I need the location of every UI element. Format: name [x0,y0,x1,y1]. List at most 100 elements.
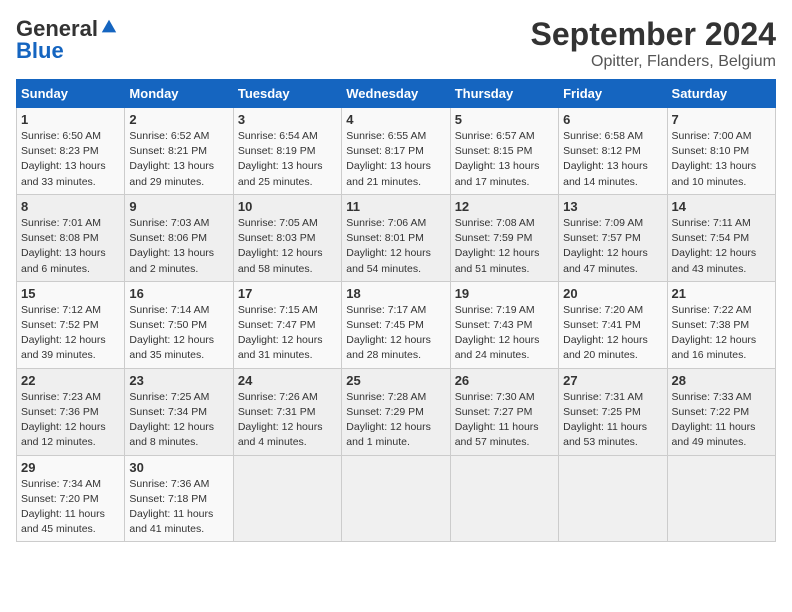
day-info: Sunrise: 7:26 AMSunset: 7:31 PMDaylight:… [238,390,337,451]
calendar-day-cell: 25 Sunrise: 7:28 AMSunset: 7:29 PMDayligh… [342,368,450,455]
day-info: Sunrise: 7:36 AMSunset: 7:18 PMDaylight:… [129,477,228,538]
title-block: September 2024 Opitter, Flanders, Belgiu… [531,16,776,71]
day-info: Sunrise: 7:09 AMSunset: 7:57 PMDaylight:… [563,216,662,277]
day-number: 16 [129,286,228,301]
empty-cell [342,455,450,542]
day-info: Sunrise: 7:12 AMSunset: 7:52 PMDaylight:… [21,303,120,364]
day-number: 3 [238,112,337,127]
calendar-day-cell: 7 Sunrise: 7:00 AMSunset: 8:10 PMDaylight… [667,108,775,195]
day-number: 24 [238,373,337,388]
calendar-subtitle: Opitter, Flanders, Belgium [531,53,776,71]
day-number: 30 [129,460,228,475]
calendar-week-row: 8 Sunrise: 7:01 AMSunset: 8:08 PMDaylight… [17,194,776,281]
calendar-day-cell: 26Sunrise: 7:30 AMSunset: 7:27 PMDayligh… [450,368,558,455]
day-number: 13 [563,199,662,214]
day-number: 5 [455,112,554,127]
empty-cell [559,455,667,542]
calendar-day-cell: 4Sunrise: 6:55 AMSunset: 8:17 PMDaylight… [342,108,450,195]
day-number: 29 [21,460,120,475]
empty-cell [233,455,341,542]
calendar-day-cell: 15 Sunrise: 7:12 AMSunset: 7:52 PMDayligh… [17,281,125,368]
calendar-day-cell: 11Sunrise: 7:06 AMSunset: 8:01 PMDayligh… [342,194,450,281]
calendar-week-row: 15 Sunrise: 7:12 AMSunset: 7:52 PMDayligh… [17,281,776,368]
calendar-day-cell: 17 Sunrise: 7:15 AMSunset: 7:47 PMDayligh… [233,281,341,368]
day-number: 23 [129,373,228,388]
day-info: Sunrise: 7:25 AMSunset: 7:34 PMDaylight:… [129,390,228,451]
day-info: Sunrise: 7:34 AMSunset: 7:20 PMDaylight:… [21,477,120,538]
calendar-week-row: 1Sunrise: 6:50 AMSunset: 8:23 PMDaylight… [17,108,776,195]
day-number: 6 [563,112,662,127]
day-info: Sunrise: 7:23 AMSunset: 7:36 PMDaylight:… [21,390,120,451]
calendar-day-cell: 16 Sunrise: 7:14 AMSunset: 7:50 PMDayligh… [125,281,233,368]
day-info: Sunrise: 7:33 AMSunset: 7:22 PMDaylight:… [672,390,771,451]
calendar-day-cell: 1Sunrise: 6:50 AMSunset: 8:23 PMDaylight… [17,108,125,195]
calendar-title: September 2024 [531,16,776,53]
day-number: 27 [563,373,662,388]
calendar-table: SundayMondayTuesdayWednesdayThursdayFrid… [16,79,776,542]
calendar-day-cell: 2Sunrise: 6:52 AMSunset: 8:21 PMDaylight… [125,108,233,195]
day-info: Sunrise: 7:28 AMSunset: 7:29 PMDaylight:… [346,390,445,451]
day-info: Sunrise: 6:58 AMSunset: 8:12 PMDaylight:… [563,129,662,190]
day-number: 7 [672,112,771,127]
page-header: General Blue September 2024 Opitter, Fla… [16,16,776,71]
day-info: Sunrise: 7:00 AMSunset: 8:10 PMDaylight:… [672,129,771,190]
day-number: 17 [238,286,337,301]
day-number: 1 [21,112,120,127]
day-number: 14 [672,199,771,214]
day-number: 25 [346,373,445,388]
calendar-day-cell: 22 Sunrise: 7:23 AMSunset: 7:36 PMDayligh… [17,368,125,455]
weekday-header: Friday [559,80,667,108]
day-info: Sunrise: 7:22 AMSunset: 7:38 PMDaylight:… [672,303,771,364]
weekday-header: Monday [125,80,233,108]
day-number: 18 [346,286,445,301]
day-info: Sunrise: 7:15 AMSunset: 7:47 PMDaylight:… [238,303,337,364]
calendar-day-cell: 21 Sunrise: 7:22 AMSunset: 7:38 PMDayligh… [667,281,775,368]
weekday-header: Wednesday [342,80,450,108]
calendar-day-cell: 3Sunrise: 6:54 AMSunset: 8:19 PMDaylight… [233,108,341,195]
day-info: Sunrise: 7:17 AMSunset: 7:45 PMDaylight:… [346,303,445,364]
calendar-day-cell: 12 Sunrise: 7:08 AMSunset: 7:59 PMDayligh… [450,194,558,281]
day-info: Sunrise: 7:08 AMSunset: 7:59 PMDaylight:… [455,216,554,277]
day-number: 11 [346,199,445,214]
calendar-day-cell: 5 Sunrise: 6:57 AMSunset: 8:15 PMDaylight… [450,108,558,195]
calendar-header-row: SundayMondayTuesdayWednesdayThursdayFrid… [17,80,776,108]
empty-cell [450,455,558,542]
calendar-day-cell: 9Sunrise: 7:03 AMSunset: 8:06 PMDaylight… [125,194,233,281]
day-info: Sunrise: 7:11 AMSunset: 7:54 PMDaylight:… [672,216,771,277]
day-number: 22 [21,373,120,388]
logo-blue: Blue [16,38,64,64]
calendar-day-cell: 24 Sunrise: 7:26 AMSunset: 7:31 PMDayligh… [233,368,341,455]
day-info: Sunrise: 7:03 AMSunset: 8:06 PMDaylight:… [129,216,228,277]
weekday-header: Saturday [667,80,775,108]
calendar-day-cell: 19 Sunrise: 7:19 AMSunset: 7:43 PMDayligh… [450,281,558,368]
day-info: Sunrise: 6:52 AMSunset: 8:21 PMDaylight:… [129,129,228,190]
calendar-day-cell: 30 Sunrise: 7:36 AMSunset: 7:18 PMDayligh… [125,455,233,542]
day-info: Sunrise: 7:01 AMSunset: 8:08 PMDaylight:… [21,216,120,277]
empty-cell [667,455,775,542]
day-number: 20 [563,286,662,301]
day-info: Sunrise: 7:14 AMSunset: 7:50 PMDaylight:… [129,303,228,364]
calendar-day-cell: 13 Sunrise: 7:09 AMSunset: 7:57 PMDayligh… [559,194,667,281]
day-info: Sunrise: 7:19 AMSunset: 7:43 PMDaylight:… [455,303,554,364]
calendar-day-cell: 6 Sunrise: 6:58 AMSunset: 8:12 PMDaylight… [559,108,667,195]
calendar-day-cell: 28Sunrise: 7:33 AMSunset: 7:22 PMDayligh… [667,368,775,455]
day-info: Sunrise: 7:31 AMSunset: 7:25 PMDaylight:… [563,390,662,451]
calendar-day-cell: 29 Sunrise: 7:34 AMSunset: 7:20 PMDayligh… [17,455,125,542]
weekday-header: Sunday [17,80,125,108]
day-number: 19 [455,286,554,301]
calendar-day-cell: 8 Sunrise: 7:01 AMSunset: 8:08 PMDaylight… [17,194,125,281]
day-info: Sunrise: 6:57 AMSunset: 8:15 PMDaylight:… [455,129,554,190]
weekday-header: Thursday [450,80,558,108]
day-info: Sunrise: 7:05 AMSunset: 8:03 PMDaylight:… [238,216,337,277]
day-number: 4 [346,112,445,127]
day-number: 8 [21,199,120,214]
calendar-day-cell: 14 Sunrise: 7:11 AMSunset: 7:54 PMDayligh… [667,194,775,281]
day-number: 26 [455,373,554,388]
calendar-day-cell: 23 Sunrise: 7:25 AMSunset: 7:34 PMDayligh… [125,368,233,455]
day-number: 21 [672,286,771,301]
day-info: Sunrise: 7:20 AMSunset: 7:41 PMDaylight:… [563,303,662,364]
calendar-day-cell: 27 Sunrise: 7:31 AMSunset: 7:25 PMDayligh… [559,368,667,455]
day-number: 15 [21,286,120,301]
day-number: 12 [455,199,554,214]
calendar-day-cell: 20 Sunrise: 7:20 AMSunset: 7:41 PMDayligh… [559,281,667,368]
